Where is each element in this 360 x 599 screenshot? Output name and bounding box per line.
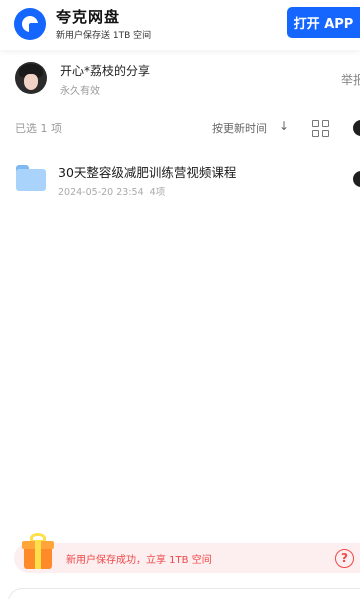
list-item[interactable]: 30天整容级减肥训练营视频课程 2024-05-20 23:54 4项: [0, 156, 360, 206]
open-app-button[interactable]: 打开 APP: [287, 7, 360, 38]
select-all-checkbox[interactable]: [353, 120, 360, 136]
file-date: 2024-05-20 23:54: [58, 187, 144, 198]
avatar[interactable]: [15, 62, 47, 94]
help-icon[interactable]: ?: [335, 549, 354, 568]
grid-view-icon[interactable]: [312, 120, 329, 137]
quark-logo-icon: [14, 8, 46, 40]
share-validity: 永久有效: [60, 86, 100, 97]
sharer-name: 开心*荔枝的分享: [60, 64, 151, 78]
report-link[interactable]: 举报: [341, 71, 360, 88]
selected-count: 已选 1 项: [15, 122, 62, 135]
app-name: 夸克网盘: [56, 8, 121, 26]
sort-button[interactable]: 按更新时间: [212, 120, 267, 136]
bottom-action-bar: [8, 588, 360, 599]
file-checkbox[interactable]: [353, 171, 360, 187]
folder-icon: [16, 165, 46, 191]
file-name: 30天整容级减肥训练营视频课程: [58, 165, 237, 180]
file-count: 4项: [149, 187, 166, 198]
file-toolbar: 已选 1 项 按更新时间 ↓: [0, 116, 360, 140]
arrow-down-icon[interactable]: ↓: [279, 119, 289, 133]
promo-text: 新用户保存成功，立享 1TB 空间: [66, 555, 212, 566]
file-meta: 2024-05-20 23:54 4项: [58, 184, 165, 198]
sharer-info: 开心*荔枝的分享 永久有效 举报: [0, 58, 360, 102]
gift-icon: [22, 533, 54, 571]
app-slogan: 新用户保存送 1TB 空间: [56, 31, 152, 41]
top-header: 夸克网盘 新用户保存送 1TB 空间 打开 APP: [0, 0, 360, 50]
